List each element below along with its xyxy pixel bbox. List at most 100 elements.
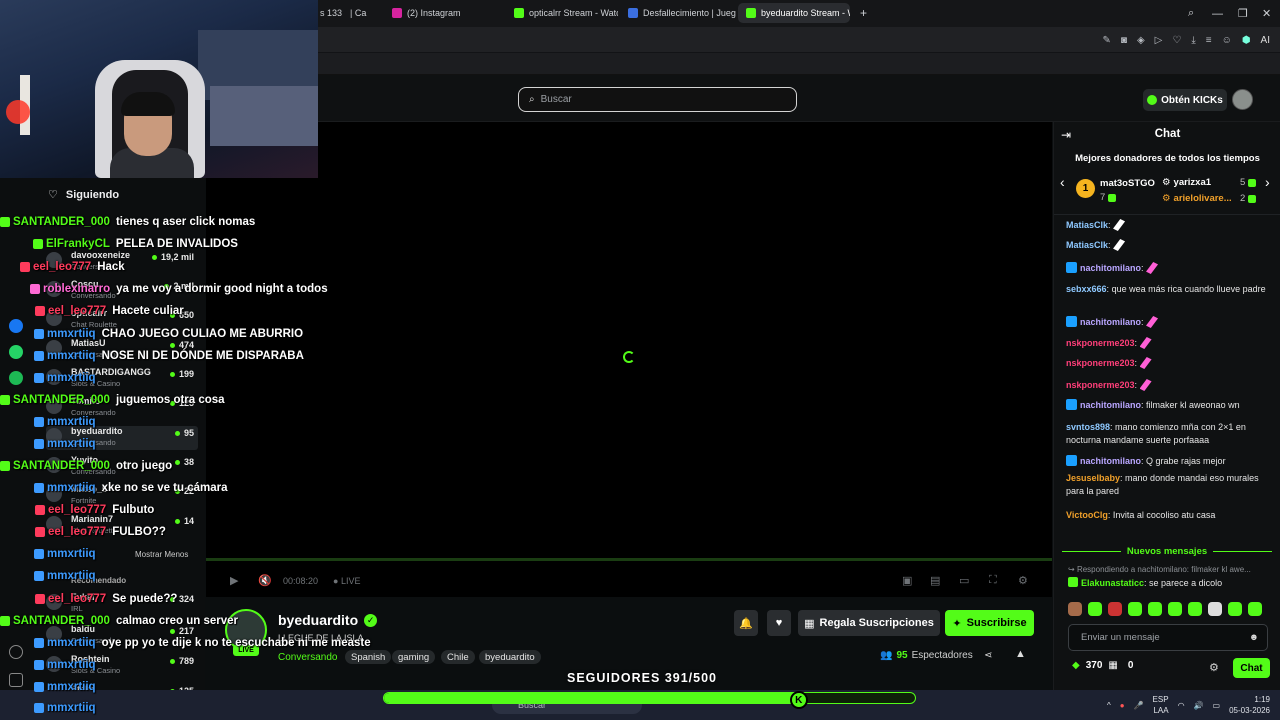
menu-icon[interactable]: ≡ [1206,35,1212,46]
keyboard-layout[interactable]: ESP LAA [1153,694,1169,716]
theater-icon[interactable]: ▭ [959,574,969,587]
notifications-button[interactable]: 🔔 [734,610,758,636]
chat-send-button[interactable]: Chat [1233,658,1270,678]
fullscreen-icon[interactable]: ⛶ [989,574,997,587]
tab-label: (2) Instagram [407,8,461,18]
tray-chevron-icon[interactable]: ^ [1107,701,1111,710]
show-less-link[interactable]: Mostrar Menos [135,550,188,559]
stream-category[interactable]: Conversando [278,652,337,663]
maximize-icon[interactable]: ❐ [1238,0,1248,27]
user-avatar[interactable] [1232,89,1253,110]
chevron-left-icon[interactable]: ‹ [1060,174,1065,190]
play-icon[interactable]: ▶ [230,574,238,587]
emoji-icon[interactable]: ☻ [1249,632,1259,643]
play-icon[interactable]: ▷ [1155,35,1163,46]
chat-username[interactable]: Elakunastaticc [1081,578,1144,588]
emote-icon[interactable] [1188,602,1202,616]
emote-icon[interactable] [1128,602,1142,616]
profile-icon[interactable]: ☺ [1222,35,1232,46]
chat-username[interactable]: svntos898 [1066,422,1110,432]
new-messages-divider[interactable]: Nuevos mensajes [1062,544,1272,558]
channel-name[interactable]: byeduardito [278,612,358,628]
more-icon[interactable] [9,673,23,687]
medal-icon: ⚙ [1162,177,1171,188]
clock[interactable]: 1:19 05-03-2026 [1229,694,1270,716]
emote-icon[interactable] [1248,602,1262,616]
chat-username[interactable]: nskponerme203 [1066,358,1135,368]
tab-1[interactable]: | Ca [342,3,382,23]
shield-icon[interactable]: ◈ [1137,35,1145,46]
search-tabs-icon[interactable]: ⌕ [1188,0,1194,27]
ai-button[interactable]: AI [1261,35,1270,46]
chat-username[interactable]: VictooClg [1066,510,1108,520]
volume-icon[interactable]: 🔇 [258,574,272,587]
camera-icon[interactable]: ◙ [1121,35,1127,46]
emote-icon[interactable] [1208,602,1222,616]
tag-gaming[interactable]: gaming [392,650,436,664]
extension-icon[interactable]: ⬢ [1242,35,1251,46]
heart-icon[interactable]: ♡ [1172,35,1181,46]
emote-icon[interactable] [1228,602,1242,616]
chat-username[interactable]: nachitomilano [1080,263,1141,273]
minimize-icon[interactable]: — [1212,0,1223,27]
messenger-icon[interactable] [9,319,23,333]
chat-username[interactable]: nachitomilano [1080,456,1141,466]
tag-chile[interactable]: Chile [441,650,475,664]
donor-3[interactable]: ⚙ arielolivare... [1162,193,1232,204]
spotify-icon[interactable] [9,371,23,385]
settings-icon[interactable]: ⚙ [1018,574,1028,587]
chat-username[interactable]: nachitomilano [1080,400,1141,410]
chat-username[interactable]: MatiasClk [1066,220,1108,230]
donor-2[interactable]: ⚙ yarizxa1 [1162,177,1211,188]
chat-username[interactable]: MatiasClk [1066,240,1108,250]
emote-icon[interactable] [1088,602,1102,616]
battery-icon[interactable]: ▭ [1213,701,1221,710]
tab-5-active[interactable]: byeduardito Stream - Wat [738,3,850,23]
video-player[interactable]: ▶ 🔇 00:08:20 ● LIVE ▣ ▤ ▭ ⛶ ⚙ [206,122,1052,597]
instagram-icon [392,8,402,18]
follow-button[interactable]: ♥ [767,610,791,636]
emote-icon[interactable] [1068,602,1082,616]
whatsapp-icon[interactable] [9,345,23,359]
gift-count[interactable]: 0 [1128,660,1134,671]
chat-settings-icon[interactable]: ⚙ [1209,661,1219,674]
close-icon[interactable]: ✕ [1262,0,1271,27]
wifi-icon[interactable]: ◠ [1178,701,1185,710]
chat-username[interactable]: sebxx666 [1066,284,1107,294]
pip-icon[interactable]: ▣ [902,574,912,587]
get-kicks-button[interactable]: Obtén KICKs [1143,89,1227,111]
emote-icon[interactable] [1168,602,1182,616]
seek-bar[interactable] [206,558,1052,561]
share-icon[interactable]: ⋖ [984,650,992,661]
chat-username[interactable]: nskponerme203 [1066,338,1135,348]
chat-username[interactable]: Jesuselbaby [1066,473,1120,483]
chat-username[interactable]: nachitomilano [1080,317,1141,327]
clock-icon[interactable] [9,645,23,659]
new-tab-button[interactable]: + [852,3,874,23]
chevron-right-icon[interactable]: › [1265,174,1270,190]
channel-points[interactable]: 370 [1086,660,1103,671]
chat-username[interactable]: nskponerme203 [1066,380,1135,390]
speaker-icon[interactable]: 🔊 [1194,701,1204,710]
tab-4[interactable]: Desfallecimiento | Juega c [620,3,736,23]
report-icon[interactable]: ▲ [1015,648,1026,660]
tab-3[interactable]: opticalrr Stream - Watch L [506,3,618,23]
tab-2[interactable]: (2) Instagram [384,3,496,23]
clip-icon[interactable]: ▤ [930,574,940,587]
subscribe-button[interactable]: ✦ Suscribirse [945,610,1034,636]
tag-spanish[interactable]: Spanish [345,650,392,664]
search-input[interactable]: ⌕ Buscar [518,87,797,112]
chat-input[interactable]: Enviar un mensaje ☻ [1068,624,1268,651]
clock-time: 1:19 [1254,695,1270,704]
donor-1[interactable]: mat3oSTGO [1100,178,1155,189]
users-icon: 👥 [880,650,893,661]
emote-icon[interactable] [1148,602,1162,616]
gift-subs-button[interactable]: ▦ Regala Suscripciones [798,610,940,636]
mic-icon[interactable]: 🎤 [1134,701,1144,710]
edit-icon[interactable]: ✎ [1103,35,1111,46]
tag-byeduardito[interactable]: byeduardito [479,650,541,664]
emote-icon[interactable] [1108,602,1122,616]
download-icon[interactable]: ⤓ [1191,35,1195,46]
emote-icon [1139,337,1152,349]
tray-app-icon[interactable]: ● [1120,701,1125,710]
